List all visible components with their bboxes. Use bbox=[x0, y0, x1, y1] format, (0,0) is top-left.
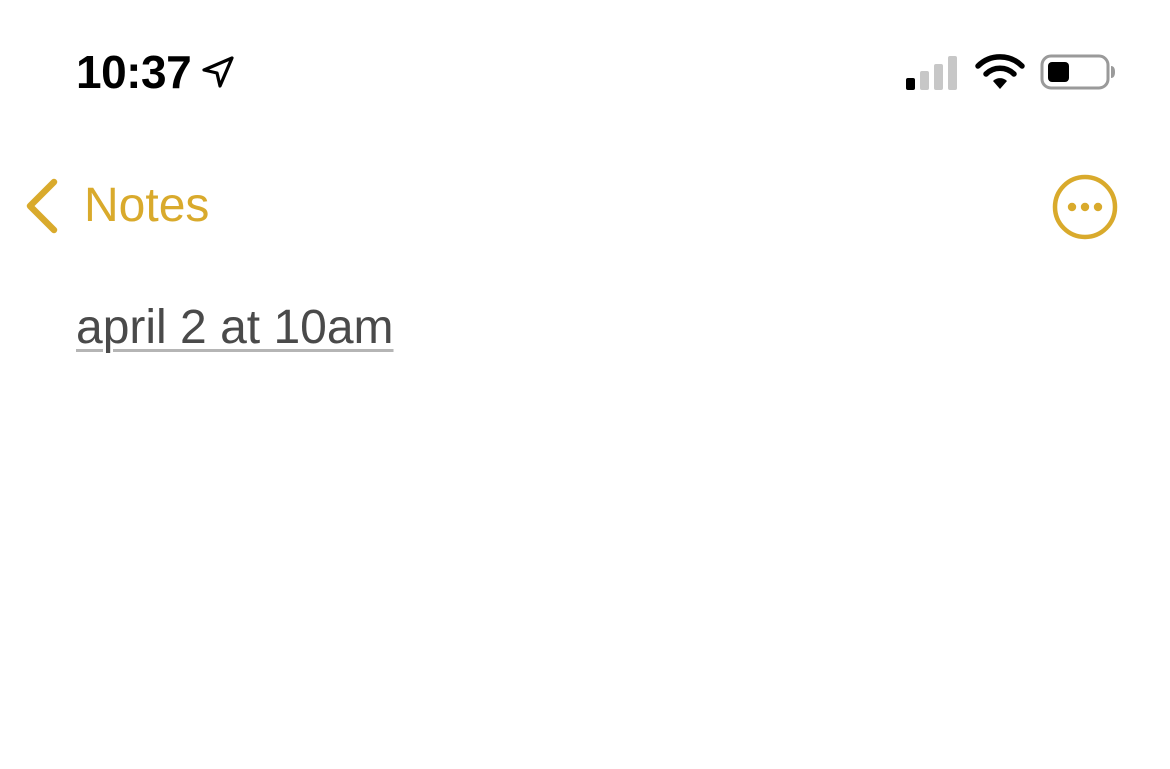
note-body[interactable]: april 2 at 10am bbox=[76, 296, 1096, 360]
back-button[interactable]: Notes bbox=[22, 172, 209, 240]
status-time: 10:37 bbox=[76, 46, 192, 98]
battery-icon bbox=[1040, 52, 1118, 92]
status-bar: 10:37 bbox=[0, 0, 1170, 140]
location-arrow-icon bbox=[201, 55, 235, 89]
back-button-label: Notes bbox=[84, 179, 210, 232]
chevron-left-icon bbox=[22, 176, 64, 236]
clock-group: 10:37 bbox=[76, 44, 235, 100]
wifi-icon bbox=[974, 52, 1026, 92]
notes-screen: 10:37 Notes april 2 at 10am bbox=[0, 0, 1170, 769]
navigation-bar: Notes bbox=[0, 160, 1170, 252]
ellipsis-circle-icon bbox=[1050, 172, 1120, 242]
cellular-signal-icon bbox=[904, 52, 960, 92]
date-link[interactable]: april 2 at 10am bbox=[76, 296, 1096, 360]
status-indicators bbox=[904, 50, 1118, 94]
more-options-button[interactable] bbox=[1050, 172, 1120, 242]
